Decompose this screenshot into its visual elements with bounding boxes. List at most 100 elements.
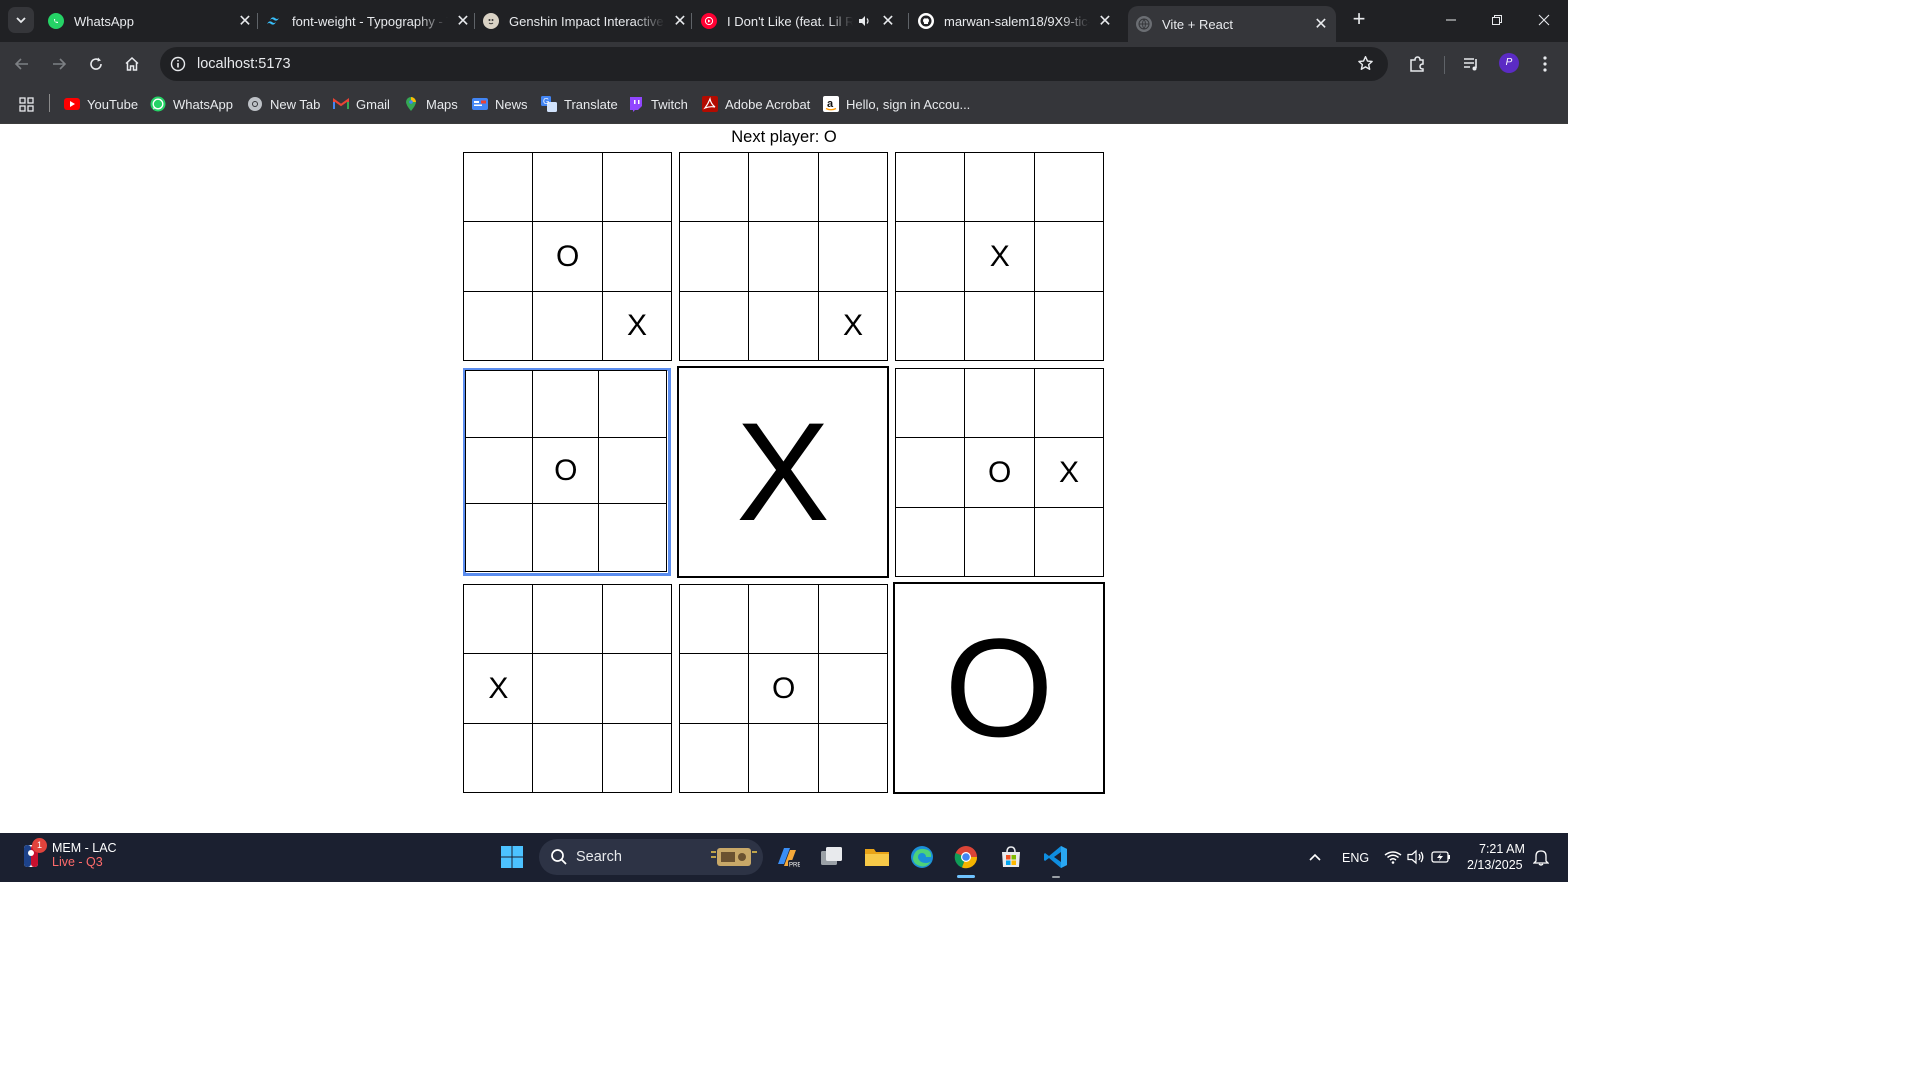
sub-board-4[interactable]: O — [463, 368, 671, 576]
more-menu-icon[interactable] — [1534, 53, 1556, 75]
board-cell[interactable] — [1033, 368, 1105, 439]
start-button[interactable] — [496, 841, 528, 873]
board-cell[interactable]: X — [601, 290, 673, 362]
board-cell[interactable]: X — [463, 653, 534, 725]
board-cell[interactable] — [679, 722, 750, 794]
media-controls-icon[interactable] — [1460, 53, 1482, 75]
tab-tailwind[interactable]: font-weight - Typography - Tailwind CSS … — [266, 6, 472, 36]
board-cell[interactable]: O — [532, 221, 604, 293]
board-cell[interactable] — [465, 370, 534, 439]
sub-board-6[interactable]: OX — [895, 368, 1105, 578]
sub-board-2[interactable]: X — [679, 152, 889, 362]
board-cell[interactable] — [964, 290, 1036, 362]
board-cell[interactable] — [598, 370, 667, 439]
tab-youtube-music[interactable]: I Don't Like (feat. Lil Reese) ✕ — [701, 6, 897, 36]
show-hidden-icons-button[interactable] — [1299, 841, 1331, 873]
board-cell[interactable] — [895, 368, 966, 439]
board-cell[interactable] — [679, 290, 750, 362]
bookmark-star-icon[interactable] — [1357, 55, 1374, 77]
window-close-button[interactable] — [1533, 9, 1555, 31]
board-cell[interactable] — [748, 722, 820, 794]
bookmark-news[interactable]: News — [472, 95, 528, 113]
board-cell[interactable] — [465, 436, 534, 505]
board-cell[interactable] — [532, 290, 604, 362]
vscode-app[interactable] — [1040, 841, 1072, 873]
board-cell[interactable] — [601, 584, 673, 655]
edge-app[interactable] — [906, 841, 938, 873]
speaker-icon[interactable] — [857, 14, 873, 28]
clock-date[interactable]: 2/13/2025 — [1467, 858, 1523, 872]
board-cell[interactable] — [532, 584, 604, 655]
copilot-app[interactable]: PRE — [771, 841, 803, 873]
new-tab-button[interactable]: + — [1348, 8, 1370, 32]
task-view-app[interactable] — [816, 841, 848, 873]
board-cell[interactable] — [465, 503, 534, 572]
board-cell[interactable] — [679, 221, 750, 293]
board-cell[interactable] — [463, 221, 534, 293]
extensions-icon[interactable] — [1406, 53, 1428, 75]
board-cell[interactable] — [679, 584, 750, 655]
board-cell[interactable] — [748, 152, 820, 223]
board-cell[interactable] — [532, 722, 604, 794]
board-cell[interactable]: O — [748, 653, 820, 725]
board-cell[interactable]: X — [964, 221, 1036, 293]
board-cell[interactable] — [817, 152, 889, 223]
close-icon[interactable]: ✕ — [236, 11, 254, 31]
board-cell[interactable] — [748, 584, 820, 655]
board-cell[interactable] — [1033, 221, 1105, 293]
site-info-icon[interactable] — [168, 54, 188, 74]
board-cell[interactable] — [463, 722, 534, 794]
board-cell[interactable] — [817, 221, 889, 293]
home-button[interactable] — [120, 52, 144, 76]
bookmark-adobe-acrobat[interactable]: Adobe Acrobat — [702, 95, 810, 113]
bookmark-gmail[interactable]: Gmail — [333, 95, 390, 113]
file-explorer-app[interactable] — [861, 841, 893, 873]
tab-genshin[interactable]: Genshin Impact Interactive Map ✕ — [483, 6, 689, 36]
close-icon[interactable]: ✕ — [879, 11, 897, 31]
board-cell[interactable] — [895, 506, 966, 578]
board-cell[interactable] — [1033, 152, 1105, 223]
bookmark-whatsapp[interactable]: WhatsApp — [150, 95, 233, 113]
sub-board-1[interactable]: OX — [463, 152, 673, 362]
taskbar-search[interactable]: Search — [539, 839, 763, 875]
board-cell[interactable] — [1033, 506, 1105, 578]
board-cell[interactable] — [964, 152, 1036, 223]
forward-button[interactable] — [47, 52, 71, 76]
tab-github[interactable]: marwan-salem18/9X9-tic-tac-toe ✕ — [918, 6, 1114, 36]
board-cell[interactable] — [531, 503, 600, 572]
close-icon[interactable]: ✕ — [1096, 11, 1114, 31]
close-icon[interactable]: ✕ — [671, 11, 689, 31]
board-cell[interactable] — [817, 722, 889, 794]
tab-search-button[interactable] — [8, 7, 34, 33]
board-cell[interactable] — [532, 653, 604, 725]
back-button[interactable] — [10, 52, 34, 76]
notifications-button[interactable] — [1525, 841, 1557, 873]
sub-board-7[interactable]: X — [463, 584, 673, 794]
bookmark-youtube[interactable]: YouTube — [64, 95, 138, 113]
close-icon[interactable]: ✕ — [1312, 14, 1330, 34]
clock-time[interactable]: 7:21 AM — [1479, 842, 1525, 856]
apps-button[interactable] — [18, 95, 41, 113]
bookmark-translate[interactable]: G Translate — [541, 95, 618, 113]
bookmark-amazon[interactable]: a Hello, sign in Accou... — [823, 95, 970, 113]
bookmark-maps[interactable]: Maps — [403, 95, 458, 113]
board-cell[interactable] — [964, 368, 1036, 439]
board-cell[interactable] — [463, 290, 534, 362]
reload-button[interactable] — [84, 52, 108, 76]
board-cell[interactable] — [601, 152, 673, 223]
board-cell[interactable] — [463, 152, 534, 223]
microsoft-store-app[interactable] — [995, 841, 1027, 873]
board-cell[interactable] — [679, 653, 750, 725]
board-cell[interactable] — [532, 152, 604, 223]
board-cell[interactable] — [601, 221, 673, 293]
board-cell[interactable] — [598, 503, 667, 572]
board-cell[interactable] — [817, 584, 889, 655]
profile-avatar[interactable]: P — [1499, 53, 1519, 73]
board-cell[interactable] — [817, 653, 889, 725]
chrome-app[interactable] — [950, 841, 982, 873]
tab-vite-react[interactable]: Vite + React ✕ — [1128, 6, 1336, 42]
board-cell[interactable]: O — [964, 437, 1036, 509]
sub-board-3[interactable]: X — [895, 152, 1105, 362]
board-cell[interactable] — [895, 221, 966, 293]
board-cell[interactable] — [601, 722, 673, 794]
